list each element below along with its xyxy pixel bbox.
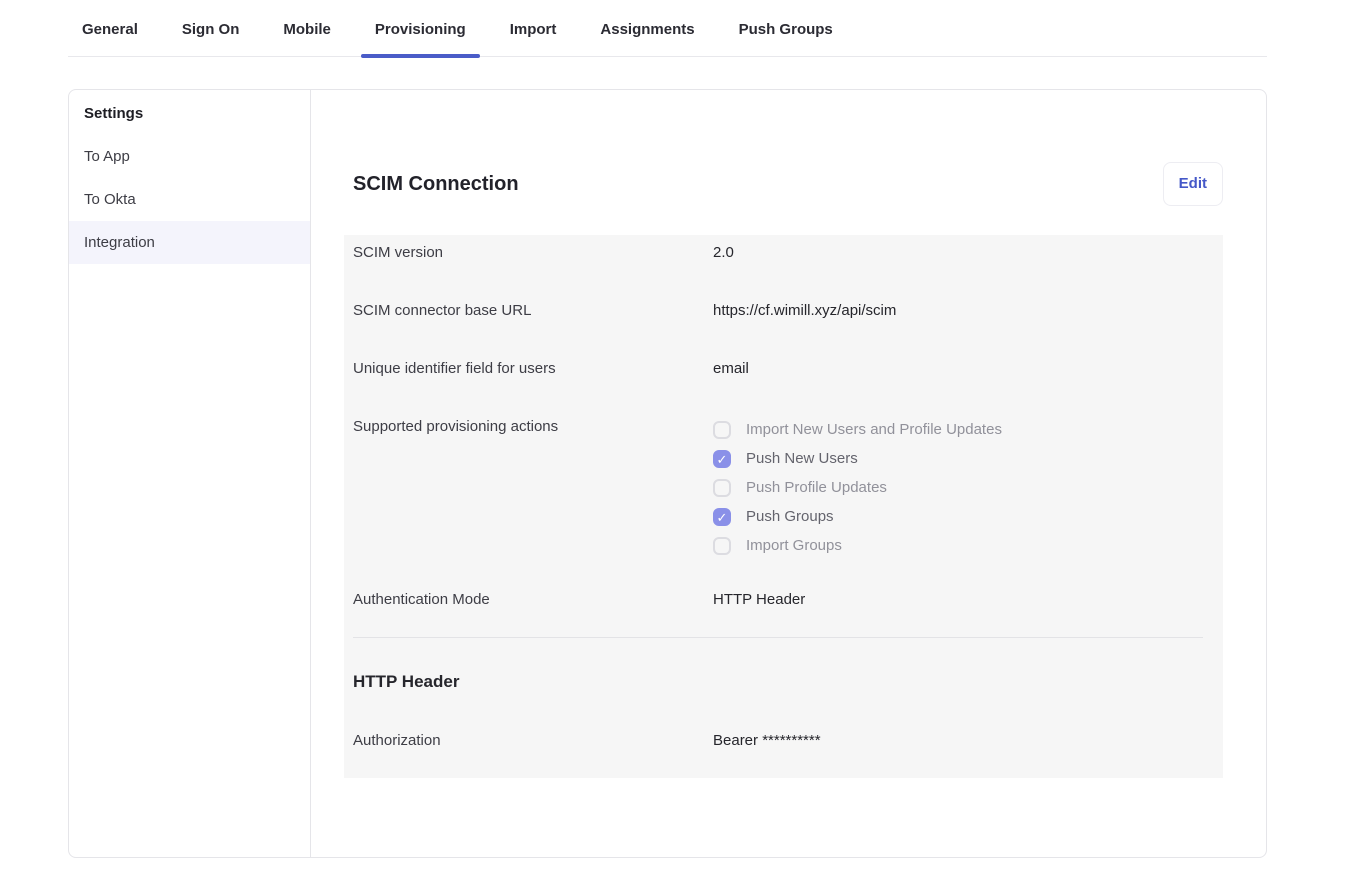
field-label: Authorization bbox=[353, 729, 713, 753]
http-header-title: HTTP Header bbox=[353, 671, 1203, 693]
checkbox-label: Push New Users bbox=[746, 450, 858, 467]
field-value: Bearer ********** bbox=[713, 729, 821, 753]
field-provisioning-actions: Supported provisioning actions Import Ne… bbox=[353, 409, 1203, 582]
checkbox-import-new-users[interactable] bbox=[713, 421, 731, 439]
field-value: https://cf.wimill.xyz/api/scim bbox=[713, 299, 896, 323]
field-label: Supported provisioning actions bbox=[353, 415, 713, 582]
provisioning-actions-list: Import New Users and Profile Updates Pus… bbox=[713, 415, 1002, 582]
checkbox-import-groups[interactable] bbox=[713, 537, 731, 555]
field-scim-version: SCIM version 2.0 bbox=[353, 235, 1203, 293]
checkbox-label: Push Profile Updates bbox=[746, 479, 887, 496]
page-title: SCIM Connection bbox=[353, 172, 519, 196]
field-authentication-mode: Authentication Mode HTTP Header bbox=[353, 582, 1203, 625]
field-label: Unique identifier field for users bbox=[353, 357, 713, 381]
scim-summary-panel: SCIM version 2.0 SCIM connector base URL… bbox=[344, 235, 1223, 778]
edit-button[interactable]: Edit bbox=[1163, 162, 1223, 206]
sidebar-item-integration[interactable]: Integration bbox=[69, 221, 310, 264]
checkbox-push-profile-updates[interactable] bbox=[713, 479, 731, 497]
sidebar-header: Settings bbox=[69, 92, 310, 135]
tab-mobile[interactable]: Mobile bbox=[269, 20, 345, 56]
field-label: SCIM version bbox=[353, 241, 713, 265]
tab-push-groups[interactable]: Push Groups bbox=[725, 20, 847, 56]
checkbox-push-groups[interactable] bbox=[713, 508, 731, 526]
option-push-new-users: Push New Users bbox=[713, 444, 1002, 473]
field-value: 2.0 bbox=[713, 241, 734, 265]
tab-provisioning[interactable]: Provisioning bbox=[361, 20, 480, 56]
checkbox-label: Push Groups bbox=[746, 508, 834, 525]
checkbox-label: Import New Users and Profile Updates bbox=[746, 421, 1002, 438]
checkbox-push-new-users[interactable] bbox=[713, 450, 731, 468]
option-import-groups: Import Groups bbox=[713, 531, 1002, 560]
field-label: SCIM connector base URL bbox=[353, 299, 713, 323]
sidebar-item-to-app[interactable]: To App bbox=[69, 135, 310, 178]
checkbox-label: Import Groups bbox=[746, 537, 842, 554]
section-divider bbox=[353, 637, 1203, 638]
option-push-groups: Push Groups bbox=[713, 502, 1002, 531]
tab-import[interactable]: Import bbox=[496, 20, 571, 56]
tab-sign-on[interactable]: Sign On bbox=[168, 20, 254, 56]
integration-content: SCIM Connection Edit SCIM version 2.0 SC… bbox=[311, 90, 1266, 857]
app-tab-bar: General Sign On Mobile Provisioning Impo… bbox=[68, 0, 1267, 57]
section-header: SCIM Connection Edit bbox=[353, 162, 1223, 206]
field-authorization: Authorization Bearer ********** bbox=[353, 693, 1203, 753]
field-value: HTTP Header bbox=[713, 588, 805, 612]
option-push-profile-updates: Push Profile Updates bbox=[713, 473, 1002, 502]
provisioning-card: Settings To App To Okta Integration SCIM… bbox=[68, 89, 1267, 858]
tab-assignments[interactable]: Assignments bbox=[586, 20, 708, 56]
field-unique-identifier: Unique identifier field for users email bbox=[353, 351, 1203, 409]
option-import-new-users: Import New Users and Profile Updates bbox=[713, 415, 1002, 444]
settings-sidebar: Settings To App To Okta Integration bbox=[69, 90, 311, 857]
tab-general[interactable]: General bbox=[68, 20, 152, 56]
field-base-url: SCIM connector base URL https://cf.wimil… bbox=[353, 293, 1203, 351]
sidebar-item-to-okta[interactable]: To Okta bbox=[69, 178, 310, 221]
field-label: Authentication Mode bbox=[353, 588, 713, 612]
field-value: email bbox=[713, 357, 749, 381]
